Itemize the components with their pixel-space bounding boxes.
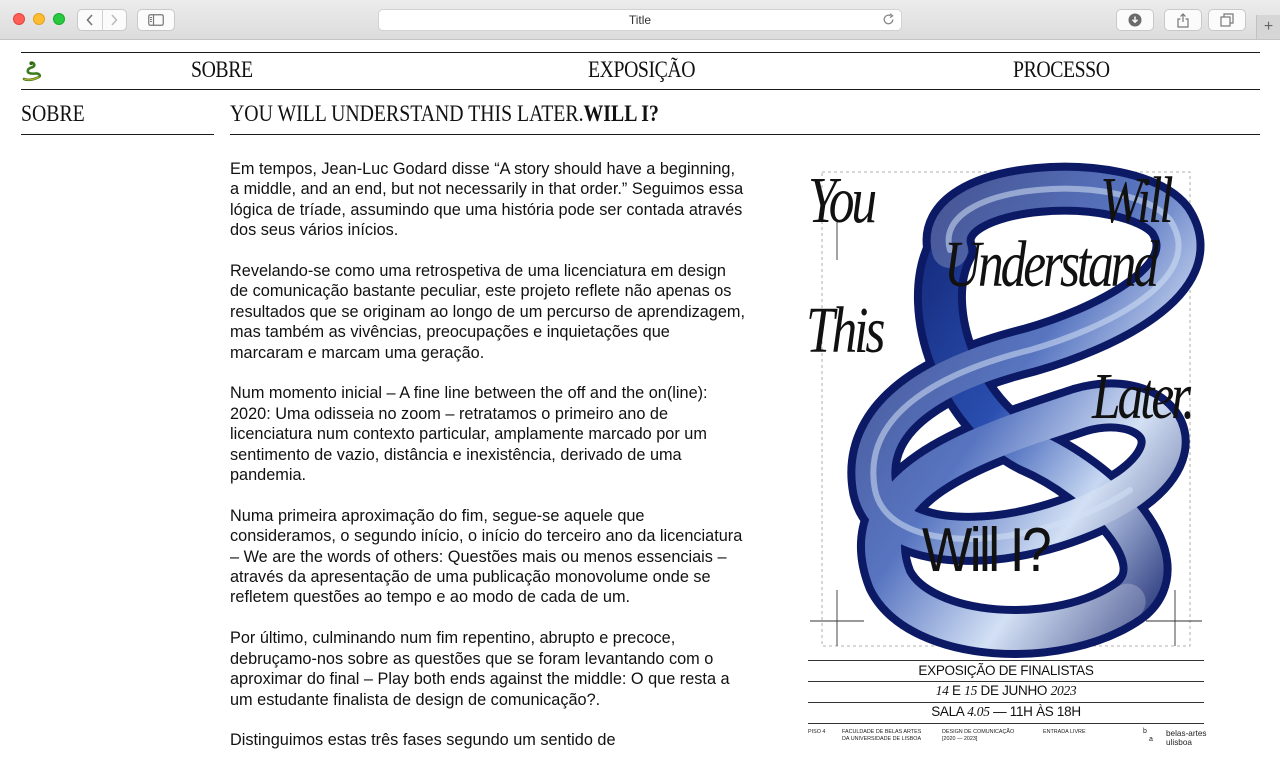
nav-item-exposicao[interactable]: EXPOSIÇÃO [588, 57, 696, 83]
poster-hours: — 11H ÀS 18H [989, 704, 1081, 719]
section-label: SOBRE [21, 101, 85, 126]
belas-artes-logo-mark: b a [1143, 728, 1153, 744]
section-label-rule [21, 134, 214, 135]
poster-word-you: You [808, 164, 877, 237]
poster-course-line: DESIGN DE COMUNICAÇÃO [942, 729, 1015, 735]
nav-top-rule [21, 52, 1260, 53]
poster-info-rule [808, 723, 1204, 724]
nav-item-sobre[interactable]: SOBRE [191, 57, 253, 83]
share-icon [1177, 12, 1189, 28]
poster-date-start: 14 [935, 683, 949, 698]
nav-item-processo[interactable]: PROCESSO [1013, 57, 1110, 83]
poster-floor: PISO 4 [808, 729, 826, 735]
page-title-main: YOU WILL UNDERSTAND THIS LATER. [230, 101, 584, 126]
downloads-button[interactable] [1116, 9, 1154, 31]
back-button[interactable] [78, 10, 102, 30]
plus-icon: + [1263, 18, 1274, 35]
poster-room-hours: SALA 4.05 — 11H ÀS 18H [808, 704, 1204, 720]
exhibition-poster: You Will Understand This Later. Will I? … [800, 160, 1212, 750]
nav-bottom-rule [21, 89, 1260, 90]
poster-room-number: 4.05 [967, 704, 990, 719]
poster-will-i: Will I? [922, 516, 1052, 585]
body-paragraph: Numa primeira aproximação do fim, segue-… [230, 506, 743, 607]
poster-date-month: DE JUNHO [977, 683, 1051, 698]
page-title-rule [230, 134, 1260, 135]
poster-faculty-line: DA UNIVERSIDADE DE LISBOA [842, 735, 922, 742]
share-button[interactable] [1164, 9, 1202, 31]
reload-icon[interactable] [882, 13, 895, 26]
body-paragraph: Em tempos, Jean-Luc Godard disse “A stor… [230, 160, 744, 240]
tab-overview-button[interactable] [1208, 9, 1246, 31]
poster-info-rule [808, 702, 1204, 703]
body-paragraph: Distinguimos estas três fases segundo um… [230, 731, 616, 750]
poster-faculty-line: FACULDADE DE BELAS ARTES [842, 729, 922, 735]
chevron-right-icon [111, 14, 118, 26]
history-nav [77, 9, 127, 31]
minimize-window-button[interactable] [33, 13, 45, 25]
download-icon [1128, 13, 1142, 27]
poster-word-later: Later. [1092, 360, 1195, 433]
poster-date-year: 2023 [1050, 683, 1077, 698]
address-bar[interactable]: Title [378, 9, 902, 31]
page-title: YOU WILL UNDERSTAND THIS LATER.WILL I? [230, 101, 659, 127]
tabs-icon [1220, 13, 1234, 27]
poster-dates: 14 E 15 DE JUNHO 2023 [808, 683, 1204, 699]
logo-mark-b: b [1143, 728, 1147, 735]
chevron-left-icon [86, 14, 93, 26]
body-paragraph: Revelando-se como uma retrospetiva de um… [230, 262, 745, 362]
poster-exhibition-title: EXPOSIÇÃO DE FINALISTAS [918, 663, 1094, 678]
poster-course-line: [2020 — 2023] [942, 735, 978, 742]
belas-artes-logo: belas-artes ulisboa [1166, 729, 1207, 747]
poster-info-rule [808, 660, 1204, 661]
poster-info-rule [808, 681, 1204, 682]
body-paragraph: Num momento inicial – A fine line betwee… [230, 384, 708, 485]
zoom-window-button[interactable] [53, 13, 65, 25]
logo-line: ulisboa [1166, 738, 1192, 747]
close-window-button[interactable] [13, 13, 25, 25]
poster-date-and: E [948, 683, 965, 698]
sidebar-toggle-button[interactable] [137, 9, 175, 31]
new-tab-button[interactable]: + [1256, 15, 1280, 39]
poster-course: DESIGN DE COMUNICAÇÃO [2020 — 2023] [942, 729, 1014, 742]
article-body: Em tempos, Jean-Luc Godard disse “A stor… [230, 159, 745, 771]
forward-button[interactable] [101, 10, 127, 30]
poster-entry: ENTRADA LIVRE [1043, 729, 1086, 735]
sidebar-icon [148, 14, 164, 26]
logo-line: belas-artes [1166, 729, 1207, 738]
poster-word-this: This [806, 294, 885, 367]
page-tab-title: Title [628, 13, 652, 27]
poster-date-end: 15 [964, 683, 978, 698]
browser-toolbar: Title + [0, 0, 1280, 40]
poster-faculty: FACULDADE DE BELAS ARTES DA UNIVERSIDADE… [842, 729, 921, 742]
page-title-bold: WILL I? [583, 101, 659, 126]
poster-word-will: Will [1100, 164, 1174, 237]
snake-logo-icon[interactable] [21, 60, 43, 82]
poster-room-label: SALA [931, 704, 968, 719]
body-paragraph: Por último, culminando num fim repentino… [230, 629, 730, 709]
poster-word-understand: Understand [944, 228, 1159, 301]
logo-mark-a: a [1149, 736, 1153, 743]
